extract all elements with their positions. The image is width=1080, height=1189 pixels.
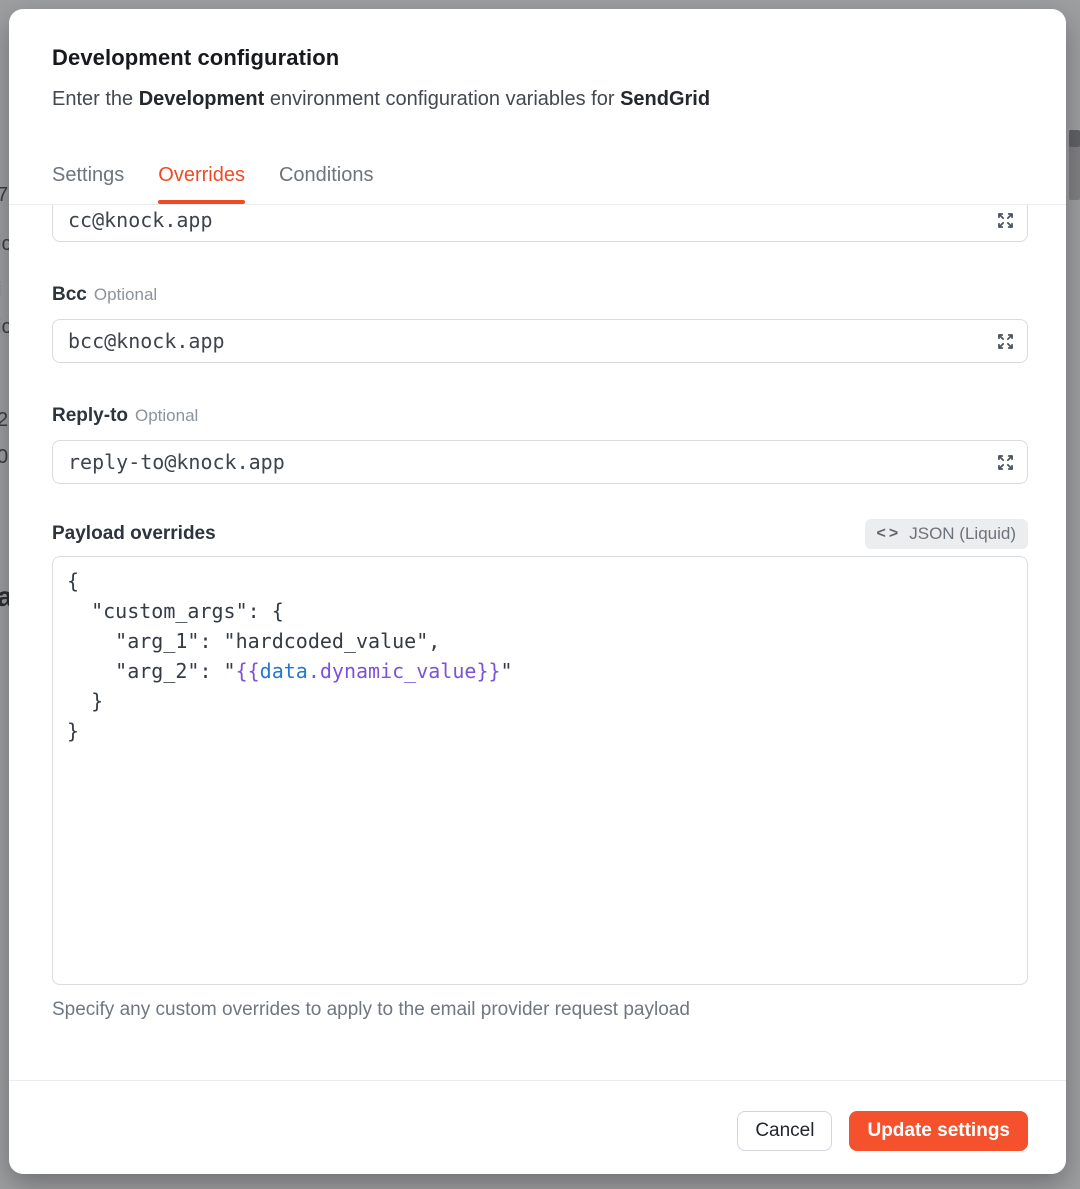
modal-title: Development configuration [52,43,1024,73]
bcc-label: Bcc Optional [52,284,1028,306]
code-brackets-icon: <> [877,525,902,543]
reply-to-label: Reply-to Optional [52,405,1028,427]
expand-icon [996,211,1015,230]
reply-to-input[interactable] [52,440,1028,484]
code-content: { "custom_args": { "arg_1": "hardcoded_v… [67,566,1013,746]
bcc-label-text: Bcc [52,284,87,305]
modal-subtitle: Enter the Development environment config… [52,85,1024,113]
cc-field-wrap [52,204,1028,242]
bcc-field-wrap [52,319,1028,363]
tab-bar: Settings Overrides Conditions [52,163,1024,204]
code-line: } [67,686,1013,716]
modal-header: Development configuration Enter the Deve… [9,9,1066,113]
json-liquid-badge-label: JSON (Liquid) [909,524,1016,544]
subtitle-middle: environment configuration variables for [264,88,620,110]
reply-to-optional-text: Optional [135,406,198,425]
subtitle-prefix: Enter the [52,88,139,110]
payload-overrides-label: Payload overrides [52,519,216,549]
screen: 7 ic i ic 2 0 a Development configuration Ente… [0,0,1080,1189]
background-scrollbar-thumb[interactable] [1069,130,1080,147]
backdrop-fragment: 0 [0,446,8,469]
tab-settings[interactable]: Settings [52,163,124,204]
modal-footer: Cancel Update settings [9,1080,1066,1174]
code-line: "arg_1": "hardcoded_value", [67,626,1013,656]
tab-overrides[interactable]: Overrides [158,163,245,204]
bcc-expand-button[interactable] [993,329,1017,353]
payload-overrides-row: Payload overrides <> JSON (Liquid) [52,519,1028,549]
backdrop-fragment: 7 [0,184,8,207]
json-liquid-badge: <> JSON (Liquid) [865,519,1028,549]
subtitle-environment: Development [139,88,265,110]
tab-conditions[interactable]: Conditions [279,163,374,204]
backdrop-fragment: ic [0,316,9,339]
cancel-button[interactable]: Cancel [737,1111,832,1151]
bcc-optional-text: Optional [94,285,157,304]
payload-helper-text: Specify any custom overrides to apply to… [52,999,1028,1021]
backdrop-fragment: ic [0,233,9,256]
modal-scroll-area[interactable]: Bcc Optional Reply-to Optional [9,204,1066,1080]
expand-icon [996,453,1015,472]
backdrop-fragment: i [0,279,1,302]
reply-to-field-wrap [52,440,1028,484]
cc-input[interactable] [52,204,1028,242]
backdrop-left-strip: 7 ic i ic 2 0 a [0,0,9,1189]
code-line: { [67,566,1013,596]
backdrop-fragment: 2 [0,409,8,432]
backdrop-fragment: a [0,581,9,613]
cc-expand-button[interactable] [993,208,1017,232]
reply-to-label-text: Reply-to [52,405,128,426]
subtitle-provider: SendGrid [620,88,710,110]
bcc-input[interactable] [52,319,1028,363]
code-line: "arg_2": "{{data.dynamic_value}}" [67,656,1013,686]
code-line: "custom_args": { [67,596,1013,626]
expand-icon [996,332,1015,351]
development-configuration-modal: Development configuration Enter the Deve… [9,9,1066,1174]
update-settings-button[interactable]: Update settings [849,1111,1028,1151]
code-line: } [67,716,1013,746]
payload-overrides-editor[interactable]: { "custom_args": { "arg_1": "hardcoded_v… [52,556,1028,985]
reply-to-expand-button[interactable] [993,450,1017,474]
